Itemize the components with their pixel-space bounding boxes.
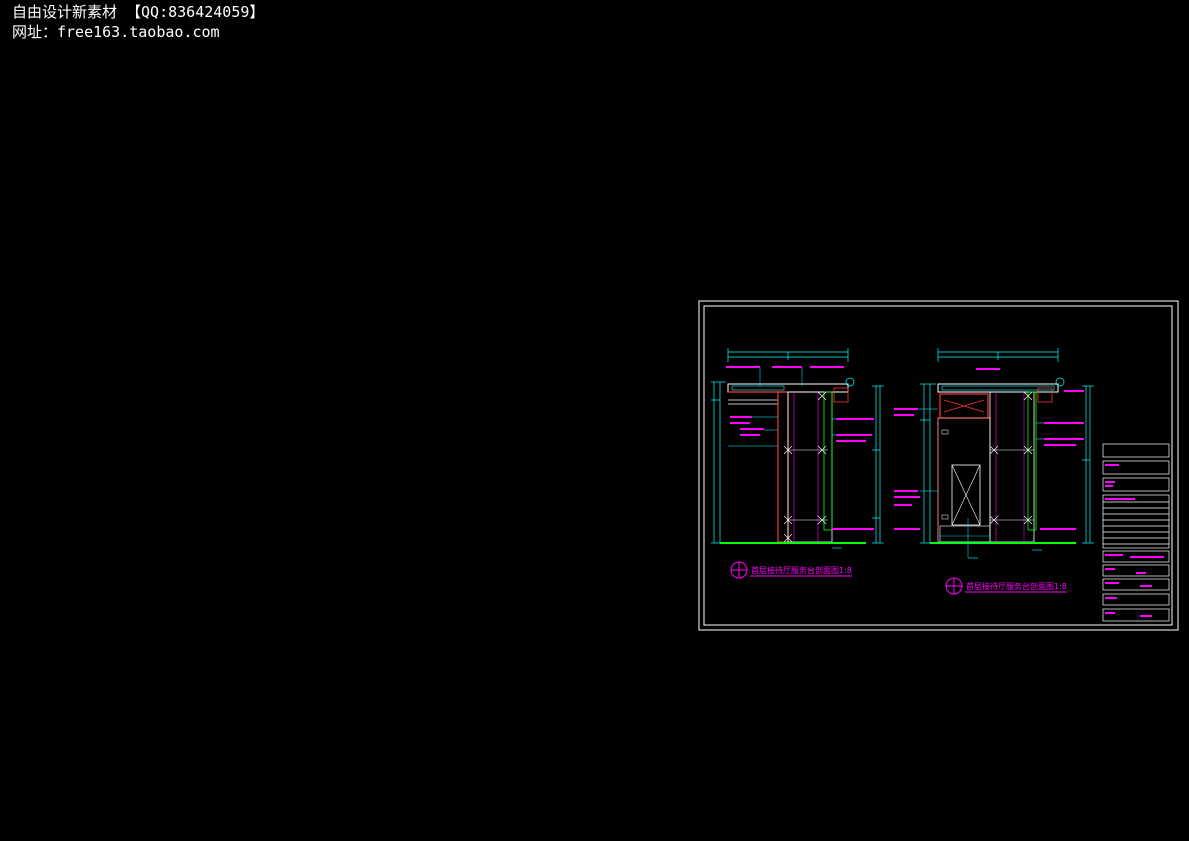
section-title-right: 首层接待厅服务台剖面图1:8: [966, 581, 1067, 591]
section-left: 首层接待厅服务台剖面图1:8: [711, 348, 884, 579]
section-title-left: 首层接待厅服务台剖面图1:8: [751, 565, 852, 575]
title-block: [1102, 443, 1170, 622]
watermark-line-1: 自由设计新素材 【QQ:836424059】: [12, 3, 265, 21]
section-right: 首层接待厅服务台剖面图1:8: [894, 348, 1094, 595]
cad-drawing-sheet: 首层接待厅服务台剖面图1:8 首层接待厅服务台剖面图1:8: [698, 300, 1179, 631]
watermark: 自由设计新素材 【QQ:836424059】 网址：free163.taobao…: [12, 2, 264, 42]
watermark-line-2: 网址：free163.taobao.com: [12, 23, 220, 41]
